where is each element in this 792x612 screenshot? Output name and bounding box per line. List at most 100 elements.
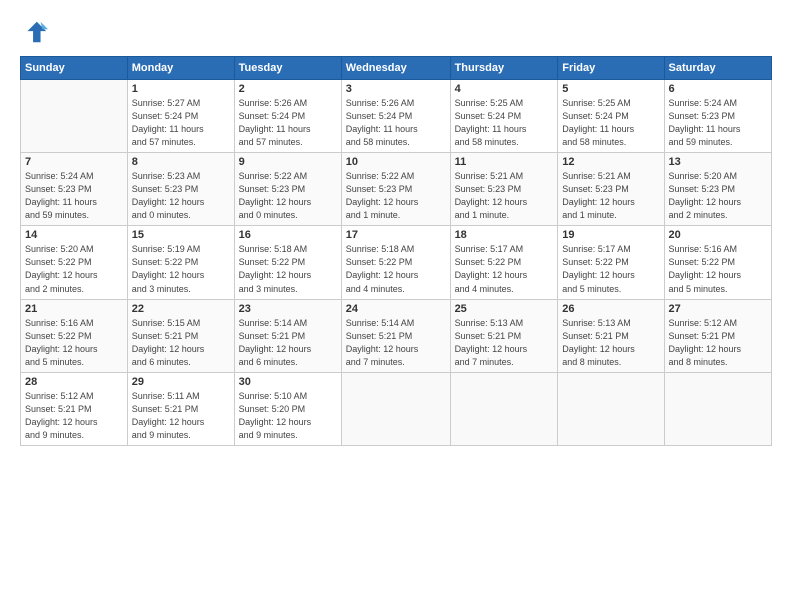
calendar-cell: 16 Sunrise: 5:18 AM Sunset: 5:22 PM Dayli… xyxy=(234,226,341,299)
calendar-cell: 9Sunrise: 5:22 AM Sunset: 5:23 PM Daylig… xyxy=(234,153,341,226)
day-number: 28 xyxy=(25,376,123,388)
day-info: Sunrise: 5:26 AM Sunset: 5:24 PM Dayligh… xyxy=(239,97,337,149)
day-info: Sunrise: 5:10 AM Sunset: 5:20 PM Dayligh… xyxy=(239,390,337,442)
day-number: 26 xyxy=(562,303,659,315)
calendar-cell xyxy=(558,372,664,445)
logo xyxy=(20,18,52,46)
calendar-week-2: 7 Sunrise: 5:24 AM Sunset: 5:23 PM Daylig… xyxy=(21,153,772,226)
day-number: 13 xyxy=(669,156,767,168)
day-number: 21 xyxy=(25,303,123,315)
day-number: 10 xyxy=(346,156,446,168)
calendar-week-5: 28 Sunrise: 5:12 AM Sunset: 5:21 PM Dayli… xyxy=(21,372,772,445)
day-number: 7 xyxy=(25,156,123,168)
calendar-cell: 14 Sunrise: 5:20 AM Sunset: 5:22 PM Dayli… xyxy=(21,226,128,299)
day-info: Sunrise: 5:25 AM Sunset: 5:24 PM Dayligh… xyxy=(562,97,659,149)
calendar-week-4: 21 Sunrise: 5:16 AM Sunset: 5:22 PM Dayli… xyxy=(21,299,772,372)
page: SundayMondayTuesdayWednesdayThursdayFrid… xyxy=(0,0,792,612)
calendar-cell: 6 Sunrise: 5:24 AM Sunset: 5:23 PM Daylig… xyxy=(664,80,771,153)
calendar-cell xyxy=(450,372,558,445)
calendar-cell: 17 Sunrise: 5:18 AM Sunset: 5:22 PM Dayli… xyxy=(341,226,450,299)
day-info: Sunrise: 5:16 AM Sunset: 5:22 PM Dayligh… xyxy=(25,317,123,369)
calendar-cell: 18 Sunrise: 5:17 AM Sunset: 5:22 PM Dayli… xyxy=(450,226,558,299)
calendar-cell: 23 Sunrise: 5:14 AM Sunset: 5:21 PM Dayli… xyxy=(234,299,341,372)
day-number: 4 xyxy=(455,83,554,95)
day-info: Sunrise: 5:21 AM Sunset: 5:23 PM Dayligh… xyxy=(562,170,659,222)
calendar-table: SundayMondayTuesdayWednesdayThursdayFrid… xyxy=(20,56,772,446)
calendar-cell: 7 Sunrise: 5:24 AM Sunset: 5:23 PM Daylig… xyxy=(21,153,128,226)
calendar-header-row: SundayMondayTuesdayWednesdayThursdayFrid… xyxy=(21,57,772,80)
day-number: 24 xyxy=(346,303,446,315)
day-info: Sunrise: 5:18 AM Sunset: 5:22 PM Dayligh… xyxy=(346,243,446,295)
day-info: Sunrise: 5:26 AM Sunset: 5:24 PM Dayligh… xyxy=(346,97,446,149)
calendar-cell: 3 Sunrise: 5:26 AM Sunset: 5:24 PM Daylig… xyxy=(341,80,450,153)
column-header-monday: Monday xyxy=(127,57,234,80)
calendar-cell: 24 Sunrise: 5:14 AM Sunset: 5:21 PM Dayli… xyxy=(341,299,450,372)
day-info: Sunrise: 5:12 AM Sunset: 5:21 PM Dayligh… xyxy=(669,317,767,369)
day-info: Sunrise: 5:27 AM Sunset: 5:24 PM Dayligh… xyxy=(132,97,230,149)
column-header-tuesday: Tuesday xyxy=(234,57,341,80)
day-number: 9 xyxy=(239,156,337,168)
calendar-cell: 19 Sunrise: 5:17 AM Sunset: 5:22 PM Dayli… xyxy=(558,226,664,299)
day-info: Sunrise: 5:25 AM Sunset: 5:24 PM Dayligh… xyxy=(455,97,554,149)
day-info: Sunrise: 5:20 AM Sunset: 5:23 PM Dayligh… xyxy=(669,170,767,222)
day-info: Sunrise: 5:17 AM Sunset: 5:22 PM Dayligh… xyxy=(562,243,659,295)
calendar-cell: 4 Sunrise: 5:25 AM Sunset: 5:24 PM Daylig… xyxy=(450,80,558,153)
day-number: 27 xyxy=(669,303,767,315)
calendar-cell: 27 Sunrise: 5:12 AM Sunset: 5:21 PM Dayli… xyxy=(664,299,771,372)
day-number: 2 xyxy=(239,83,337,95)
calendar-cell: 30Sunrise: 5:10 AM Sunset: 5:20 PM Dayli… xyxy=(234,372,341,445)
day-info: Sunrise: 5:21 AM Sunset: 5:23 PM Dayligh… xyxy=(455,170,554,222)
day-info: Sunrise: 5:13 AM Sunset: 5:21 PM Dayligh… xyxy=(562,317,659,369)
day-number: 17 xyxy=(346,229,446,241)
logo-icon xyxy=(20,18,48,46)
day-number: 22 xyxy=(132,303,230,315)
calendar-cell: 15 Sunrise: 5:19 AM Sunset: 5:22 PM Dayli… xyxy=(127,226,234,299)
day-info: Sunrise: 5:22 AM Sunset: 5:23 PM Dayligh… xyxy=(346,170,446,222)
day-number: 12 xyxy=(562,156,659,168)
day-info: Sunrise: 5:15 AM Sunset: 5:21 PM Dayligh… xyxy=(132,317,230,369)
day-info: Sunrise: 5:17 AM Sunset: 5:22 PM Dayligh… xyxy=(455,243,554,295)
calendar-cell: 28 Sunrise: 5:12 AM Sunset: 5:21 PM Dayli… xyxy=(21,372,128,445)
day-info: Sunrise: 5:18 AM Sunset: 5:22 PM Dayligh… xyxy=(239,243,337,295)
day-number: 19 xyxy=(562,229,659,241)
calendar-cell: 10 Sunrise: 5:22 AM Sunset: 5:23 PM Dayli… xyxy=(341,153,450,226)
day-number: 16 xyxy=(239,229,337,241)
day-number: 8 xyxy=(132,156,230,168)
calendar-cell: 22 Sunrise: 5:15 AM Sunset: 5:21 PM Dayli… xyxy=(127,299,234,372)
calendar-cell xyxy=(664,372,771,445)
column-header-thursday: Thursday xyxy=(450,57,558,80)
header xyxy=(20,18,772,46)
day-info: Sunrise: 5:12 AM Sunset: 5:21 PM Dayligh… xyxy=(25,390,123,442)
calendar-cell: 13 Sunrise: 5:20 AM Sunset: 5:23 PM Dayli… xyxy=(664,153,771,226)
day-info: Sunrise: 5:13 AM Sunset: 5:21 PM Dayligh… xyxy=(455,317,554,369)
day-number: 5 xyxy=(562,83,659,95)
day-number: 14 xyxy=(25,229,123,241)
day-info: Sunrise: 5:23 AM Sunset: 5:23 PM Dayligh… xyxy=(132,170,230,222)
day-info: Sunrise: 5:16 AM Sunset: 5:22 PM Dayligh… xyxy=(669,243,767,295)
calendar-cell: 1 Sunrise: 5:27 AM Sunset: 5:24 PM Daylig… xyxy=(127,80,234,153)
day-number: 6 xyxy=(669,83,767,95)
day-number: 29 xyxy=(132,376,230,388)
calendar-cell: 12 Sunrise: 5:21 AM Sunset: 5:23 PM Dayli… xyxy=(558,153,664,226)
calendar-cell: 2 Sunrise: 5:26 AM Sunset: 5:24 PM Daylig… xyxy=(234,80,341,153)
calendar-cell: 29Sunrise: 5:11 AM Sunset: 5:21 PM Dayli… xyxy=(127,372,234,445)
day-info: Sunrise: 5:14 AM Sunset: 5:21 PM Dayligh… xyxy=(346,317,446,369)
day-info: Sunrise: 5:24 AM Sunset: 5:23 PM Dayligh… xyxy=(669,97,767,149)
day-info: Sunrise: 5:14 AM Sunset: 5:21 PM Dayligh… xyxy=(239,317,337,369)
calendar-cell: 21 Sunrise: 5:16 AM Sunset: 5:22 PM Dayli… xyxy=(21,299,128,372)
day-info: Sunrise: 5:24 AM Sunset: 5:23 PM Dayligh… xyxy=(25,170,123,222)
day-number: 23 xyxy=(239,303,337,315)
day-number: 1 xyxy=(132,83,230,95)
calendar-cell: 11Sunrise: 5:21 AM Sunset: 5:23 PM Dayli… xyxy=(450,153,558,226)
day-number: 25 xyxy=(455,303,554,315)
calendar-cell: 26 Sunrise: 5:13 AM Sunset: 5:21 PM Dayli… xyxy=(558,299,664,372)
calendar-cell xyxy=(341,372,450,445)
day-info: Sunrise: 5:19 AM Sunset: 5:22 PM Dayligh… xyxy=(132,243,230,295)
calendar-cell: 25 Sunrise: 5:13 AM Sunset: 5:21 PM Dayli… xyxy=(450,299,558,372)
day-number: 3 xyxy=(346,83,446,95)
calendar-cell: 5 Sunrise: 5:25 AM Sunset: 5:24 PM Daylig… xyxy=(558,80,664,153)
day-number: 18 xyxy=(455,229,554,241)
column-header-saturday: Saturday xyxy=(664,57,771,80)
day-number: 15 xyxy=(132,229,230,241)
day-info: Sunrise: 5:20 AM Sunset: 5:22 PM Dayligh… xyxy=(25,243,123,295)
